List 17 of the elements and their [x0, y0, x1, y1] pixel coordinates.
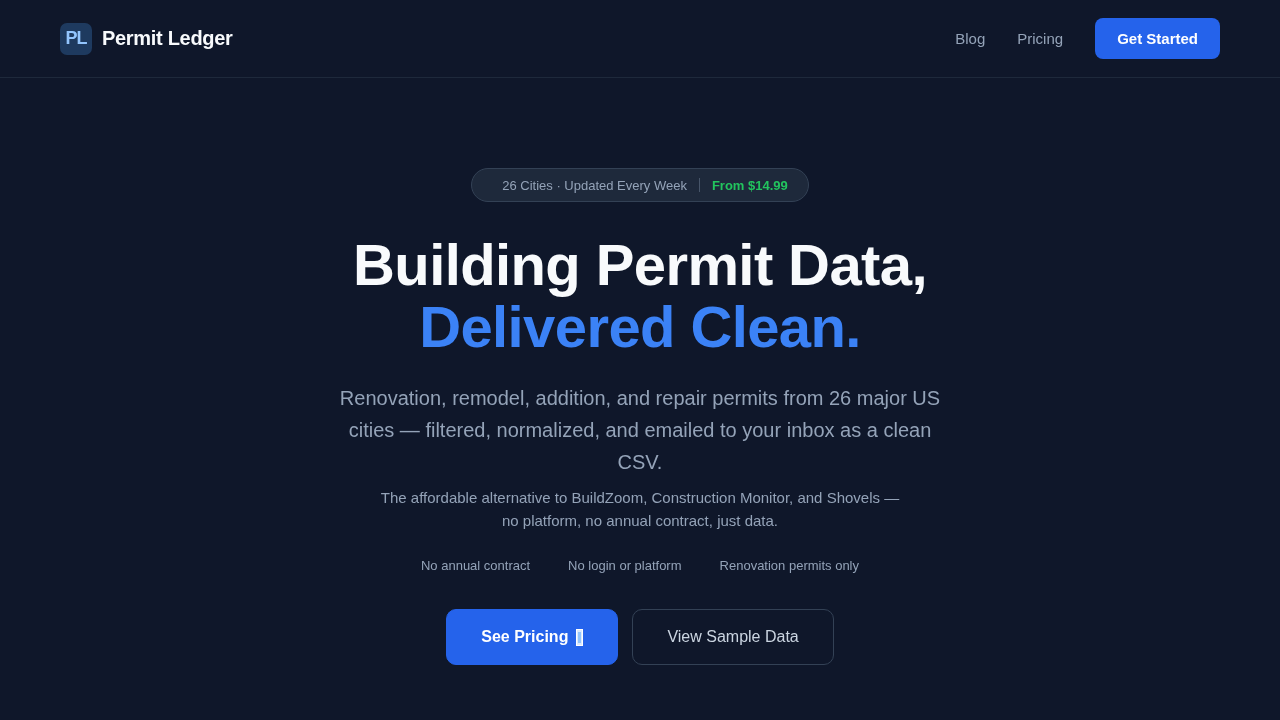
nav-link[interactable]: Blog — [955, 30, 986, 47]
brand-name: Permit Ledger — [102, 27, 233, 50]
lead-paragraph: Renovation, remodel, addition, and repair permits from 26 major US cities — filtered, normalized, and emailed to your inbox as a clean CSV. — [338, 386, 942, 475]
logo-mark: PL — [60, 22, 92, 55]
pill-text: 26 Cities · Updated Every Week — [502, 177, 687, 193]
sub-paragraph: The affordable alternative to BuildZoom, Construction Monitor, and Shovels — no platform, no annual contract, just data. — [379, 488, 901, 531]
feature-label: Renovation permits only — [719, 558, 859, 573]
get-started-button[interactable]: Get Started — [1095, 18, 1220, 59]
headline-accent: Delivered Clean. — [419, 296, 861, 358]
feature-label: No annual contract — [420, 558, 531, 573]
feature-label: No login or platform — [568, 558, 682, 573]
missing-glyph-icon — [576, 628, 584, 646]
see-pricing-button[interactable]: See Pricing — [446, 609, 619, 665]
price-text: From $14.99 — [711, 177, 788, 193]
nav-link[interactable]: Pricing — [1017, 30, 1064, 47]
sample-data-button[interactable]: View Sample Data — [632, 609, 834, 665]
headline: Building Permit Data, — [353, 234, 927, 296]
